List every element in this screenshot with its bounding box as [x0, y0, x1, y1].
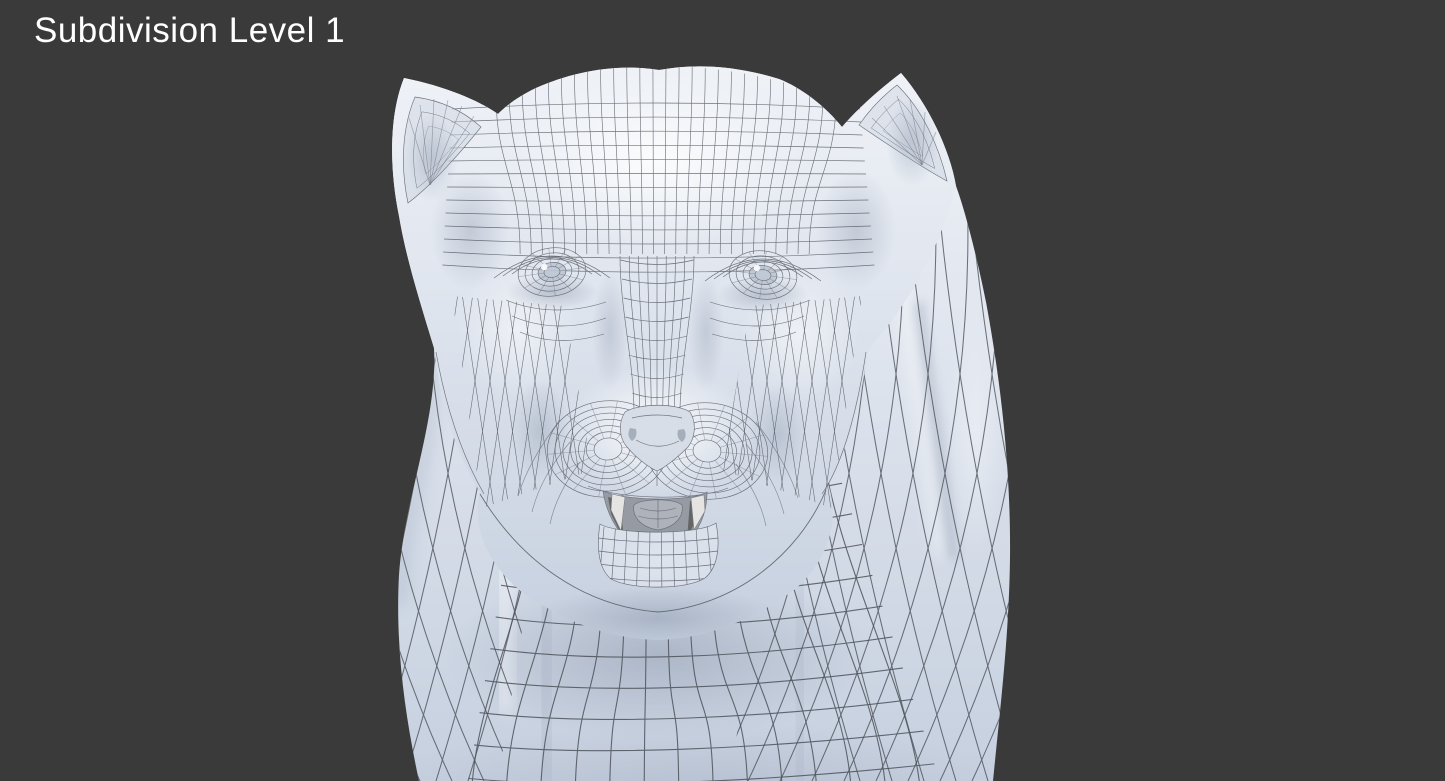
viewport-3d-render: Subdivision Level 1: [0, 0, 1445, 781]
wireframe-model-render: [0, 0, 1445, 781]
subdivision-level-label: Subdivision Level 1: [34, 11, 345, 51]
chin: [598, 523, 718, 588]
